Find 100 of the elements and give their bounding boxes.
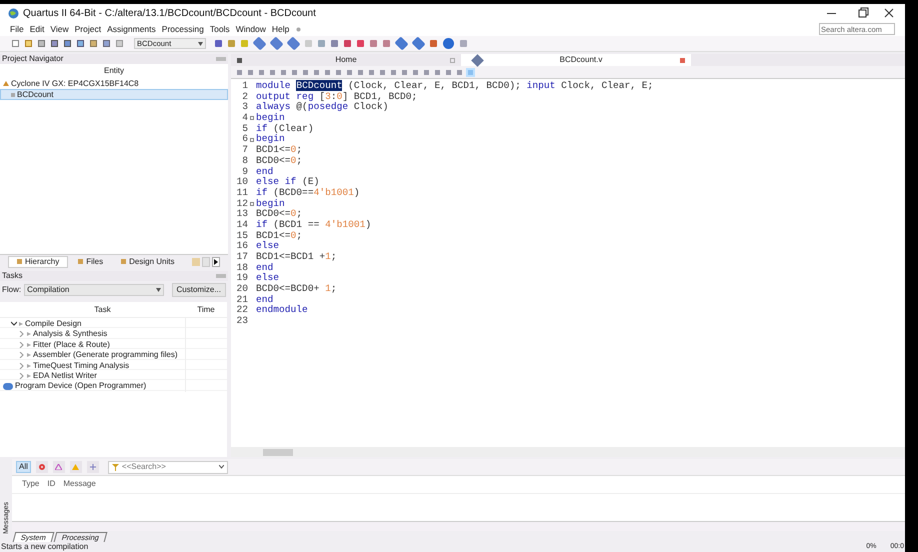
task-item[interactable]: TimeQuest Timing Analysis (33, 360, 130, 372)
line-number: 7 (241, 145, 248, 156)
code-line: BCD1<=0; (256, 230, 302, 241)
horizontal-scrollbar[interactable] (231, 447, 905, 457)
task-item[interactable]: Program Device (Open Programmer) (15, 380, 146, 392)
square-icon[interactable] (450, 58, 455, 62)
play-icon (27, 353, 31, 358)
menu-item[interactable]: Project (74, 22, 102, 36)
panel-tab[interactable]: Files (70, 256, 112, 268)
tab-icon (17, 259, 22, 264)
horizontal-scrollbar[interactable] (12, 521, 905, 531)
menu-item[interactable]: Tools (210, 22, 230, 36)
panel-tab[interactable]: Design Units (113, 256, 182, 268)
toolbar-square-icon[interactable] (281, 70, 286, 74)
tree-item[interactable]: BCDcount (0, 89, 228, 100)
code-line: begin (256, 113, 285, 124)
play-icon (27, 364, 31, 368)
column-header: Time (196, 304, 216, 316)
toolbar-square-icon[interactable] (369, 70, 374, 74)
toolbar-square-icon[interactable] (237, 70, 242, 74)
line-number: 4 (241, 113, 248, 124)
editor-tab[interactable]: BCDcount.v (461, 54, 691, 66)
menu-item[interactable]: Assignments (107, 22, 156, 36)
error-filter-button[interactable] (36, 461, 48, 473)
toolbar-square-icon[interactable] (413, 70, 418, 74)
scroll-right-button[interactable] (212, 256, 220, 266)
panel-tab[interactable]: Hierarchy (8, 256, 68, 268)
code-line: end (256, 294, 274, 305)
code-line: endmodule (256, 305, 308, 316)
line-number: 17 (235, 252, 248, 263)
code-line: begin (256, 198, 285, 210)
play-icon (27, 342, 31, 347)
code-line: else (256, 273, 280, 284)
menu-item[interactable]: Window (236, 22, 266, 36)
line-number: 11 (235, 188, 248, 199)
toolbar-square-icon[interactable] (215, 40, 222, 47)
expander-icon[interactable] (11, 321, 17, 327)
flow-dropdown[interactable]: Compilation (24, 284, 164, 296)
line-number: 22 (235, 305, 248, 316)
code-line: BCD1<=0; (256, 145, 302, 156)
menu-item[interactable]: View (50, 22, 69, 36)
help-icon[interactable] (443, 38, 454, 49)
task-item[interactable]: EDA Netlist Writer (33, 370, 97, 382)
customize-button[interactable]: Customize... (172, 283, 226, 297)
toolbar-square-icon[interactable] (12, 40, 19, 47)
info-filter-button[interactable] (86, 461, 99, 473)
task-item[interactable]: Assembler (Generate programming files) (33, 349, 178, 362)
menu-item[interactable]: File (10, 22, 24, 36)
toolbar-square-icon[interactable] (64, 40, 71, 47)
task-item[interactable]: Compile Design (25, 318, 82, 330)
window-title: Quartus II 64-Bit - C:/altera/13.1/BCDcount/BCDcount - BCDcount (23, 6, 316, 20)
fold-icon[interactable] (250, 138, 254, 142)
dropdown-caret-icon (218, 465, 224, 469)
toolbar-square-icon[interactable] (25, 40, 32, 47)
toolbar-square-icon[interactable] (270, 70, 275, 74)
toolbar-square-icon[interactable] (77, 40, 84, 47)
message-search-field[interactable]: <<Search>> (108, 460, 228, 474)
toolbar-square-icon[interactable] (457, 70, 462, 74)
tab-icon (78, 259, 84, 264)
toolbar-square-icon[interactable] (248, 70, 253, 74)
toolbar-square-icon[interactable] (116, 40, 123, 47)
fold-icon[interactable] (250, 116, 254, 120)
column-header: ID (47, 478, 56, 490)
toolbar-square-icon[interactable] (424, 70, 429, 74)
toolbar-square-icon[interactable] (325, 70, 330, 74)
all-filter-button[interactable]: All (16, 461, 31, 473)
toolbar-square-icon[interactable] (380, 70, 385, 74)
column-header: Type (22, 478, 40, 490)
play-icon (19, 322, 23, 326)
task-item[interactable]: Fitter (Place & Route) (33, 338, 110, 351)
toolbar-square-icon[interactable] (90, 40, 97, 47)
line-number: 20 (235, 284, 248, 295)
toolbar-square-icon[interactable] (38, 40, 45, 47)
toolbar-square-icon[interactable] (314, 70, 319, 74)
toolbar-square-icon[interactable] (347, 70, 352, 74)
menu-item[interactable]: Help (272, 22, 290, 36)
warning-filter-button[interactable] (70, 461, 82, 473)
toolbar-square-icon[interactable] (391, 70, 396, 74)
dropdown-caret-icon (156, 288, 162, 292)
toolbar-square-icon[interactable] (402, 70, 407, 74)
close-icon[interactable] (680, 58, 685, 62)
code-line: output reg [3:0] BCD1, BCD0; (256, 92, 418, 102)
toolbar-square-icon[interactable] (51, 40, 58, 47)
menu-item[interactable]: Processing (162, 22, 204, 36)
toolbar-square-icon[interactable] (358, 70, 363, 74)
toolbar-square-icon[interactable] (103, 40, 110, 47)
toolbar-square-icon[interactable] (446, 70, 451, 74)
toolbar-square-icon[interactable] (435, 70, 440, 74)
triangle-icon (55, 464, 62, 470)
fold-icon[interactable] (250, 202, 254, 206)
code-line: if (BCD1 == 4'b1001) (256, 220, 372, 231)
toolbar-square-icon[interactable] (292, 70, 297, 74)
line-number: 16 (235, 241, 248, 252)
critical-warning-filter-button[interactable] (52, 461, 65, 473)
toolbar-square-icon[interactable] (336, 70, 341, 74)
toolbar-square-icon[interactable] (303, 70, 308, 74)
menu-item[interactable]: Edit (30, 22, 44, 36)
line-number: 8 (241, 156, 248, 167)
toolbar-square-icon[interactable] (259, 70, 264, 74)
task-item[interactable]: Analysis & Synthesis (33, 328, 108, 340)
